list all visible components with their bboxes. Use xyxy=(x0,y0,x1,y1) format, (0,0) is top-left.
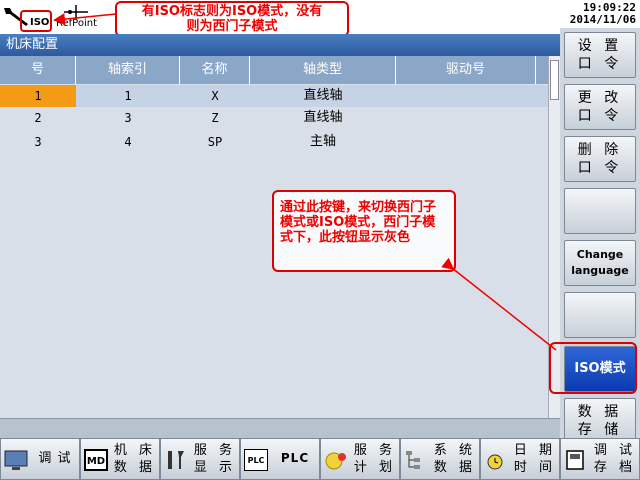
plc-icon: PLC xyxy=(244,449,268,471)
tree-icon xyxy=(406,451,420,469)
column-header-number: 号 xyxy=(0,56,76,84)
softkey-label-block: 服 务 计 划 xyxy=(351,442,399,476)
softkey-label-block: 日 期 时 间 xyxy=(511,442,559,476)
softkey-label: 机 床 xyxy=(113,443,157,458)
iso-highlight-box xyxy=(20,10,52,32)
scrollbar-thumb[interactable] xyxy=(550,60,559,100)
softkey-label: 调 试 xyxy=(38,451,72,466)
softkey-label: 存 档 xyxy=(593,460,637,475)
table-row[interactable]: 3 4 SP 主轴 xyxy=(0,131,548,153)
archive-icon xyxy=(566,450,584,470)
empty-softkey[interactable] xyxy=(564,188,636,234)
cell-axis-index[interactable]: 3 xyxy=(76,107,180,129)
date-text: 2014/11/06 xyxy=(569,13,636,26)
cell-number[interactable]: 3 xyxy=(0,131,76,153)
column-header-axis-type: 轴类型 xyxy=(250,56,396,84)
softkey-label: 口 令 xyxy=(577,56,623,72)
softkey-label: 时 间 xyxy=(513,460,557,475)
cell-name[interactable]: SP xyxy=(180,131,250,153)
table-row[interactable]: 1 1 X 直线轴 xyxy=(0,85,548,107)
column-header-drive-number: 驱动号 xyxy=(396,56,536,84)
softkey-label: 日 期 xyxy=(513,443,557,458)
empty-softkey[interactable] xyxy=(564,292,636,338)
set-password-softkey[interactable]: 设 置 口 令 xyxy=(564,32,636,78)
softkey-label: 计 划 xyxy=(353,460,397,475)
delete-password-softkey[interactable]: 删 除 口 令 xyxy=(564,136,636,182)
machine-data-softkey[interactable]: MD 机 床 数 据 xyxy=(80,438,160,480)
softkey-label: 服 务 xyxy=(193,443,237,458)
softkey-label-block: 调 试 存 档 xyxy=(591,442,639,476)
table-header: 号 轴索引 名称 轴类型 驱动号 xyxy=(0,56,548,84)
cell-axis-type[interactable]: 直线轴 xyxy=(250,107,396,129)
cell-name[interactable]: Z xyxy=(180,107,250,129)
cell-axis-index[interactable]: 1 xyxy=(76,85,180,107)
change-language-softkey[interactable]: Change language xyxy=(564,240,636,286)
cell-number[interactable]: 2 xyxy=(0,107,76,129)
table-row[interactable]: 2 3 Z 直线轴 xyxy=(0,107,548,129)
status-strip xyxy=(0,418,560,438)
cell-axis-index[interactable]: 4 xyxy=(76,131,180,153)
softkey-label: 存 储 xyxy=(577,422,623,438)
softkey-label: 数 据 xyxy=(577,404,623,420)
window-title: 机床配置 xyxy=(0,34,560,56)
annotation-top-line2: 则为西门子模式 xyxy=(186,19,278,34)
annotation-middle: 通过此按键，来切换西门子模式或ISO模式，西门子模式下，此按钮显示灰色 xyxy=(272,190,456,272)
softkey-label: 服 务 xyxy=(353,443,397,458)
date-time-softkey[interactable]: 日 期 时 间 xyxy=(480,438,560,480)
monitor-icon xyxy=(4,450,28,470)
softkey-label: 数 据 xyxy=(433,460,477,475)
commissioning-archive-softkey[interactable]: 调 试 存 档 xyxy=(560,438,640,480)
softkey-label: 数 据 xyxy=(113,460,157,475)
horizontal-softkey-bar: 调 试 MD 机 床 数 据 服 务 显 示 PLC PLC 服 务 计 划 系… xyxy=(0,438,640,480)
softkey-label-block: 机 床 数 据 xyxy=(111,442,159,476)
plc-softkey[interactable]: PLC PLC xyxy=(240,438,320,480)
cell-drive-number[interactable] xyxy=(396,85,536,107)
column-header-axis-index: 轴索引 xyxy=(76,56,180,84)
refpoint-label: RefPoint xyxy=(56,18,98,29)
softkey-label: PLC xyxy=(280,451,310,465)
softkey-label: language xyxy=(571,264,629,277)
service-plan-icon xyxy=(325,452,346,470)
iso-softkey-highlight-box xyxy=(549,342,637,394)
softkey-label: 设 置 xyxy=(577,38,623,54)
softkey-label: 系 统 xyxy=(433,443,477,458)
softkey-label-block: 服 务 显 示 xyxy=(191,442,239,476)
cell-name[interactable]: X xyxy=(180,85,250,107)
clock-icon xyxy=(487,454,503,470)
commissioning-softkey[interactable]: 调 试 xyxy=(0,438,80,480)
softkey-label-block: 系 统 数 据 xyxy=(431,442,479,476)
cell-drive-number[interactable] xyxy=(396,131,536,153)
softkey-label: 删 除 xyxy=(577,142,623,158)
system-data-softkey[interactable]: 系 统 数 据 xyxy=(400,438,480,480)
change-password-softkey[interactable]: 更 改 口 令 xyxy=(564,84,636,130)
softkey-label: Change xyxy=(576,248,624,261)
softkey-label: 调 试 xyxy=(593,443,637,458)
column-header-name: 名称 xyxy=(180,56,250,84)
md-icon: MD xyxy=(84,449,108,471)
annotation-top: 有ISO标志则为ISO模式，没有 则为西门子模式 xyxy=(115,1,349,37)
clock: 19:09:22 2014/11/06 xyxy=(570,2,636,26)
tools-icon xyxy=(168,451,184,469)
service-plan-softkey[interactable]: 服 务 计 划 xyxy=(320,438,400,480)
cell-axis-type[interactable]: 主轴 xyxy=(250,131,396,153)
softkey-label: 更 改 xyxy=(577,90,623,106)
annotation-top-line1: 有ISO标志则为ISO模式，没有 xyxy=(141,4,323,19)
softkey-label: 口 令 xyxy=(577,160,623,176)
cell-number[interactable]: 1 xyxy=(0,85,76,107)
softkey-label: 显 示 xyxy=(193,460,237,475)
softkey-label: 口 令 xyxy=(577,108,623,124)
cell-axis-type[interactable]: 直线轴 xyxy=(250,85,396,107)
cell-drive-number[interactable] xyxy=(396,107,536,129)
service-display-softkey[interactable]: 服 务 显 示 xyxy=(160,438,240,480)
